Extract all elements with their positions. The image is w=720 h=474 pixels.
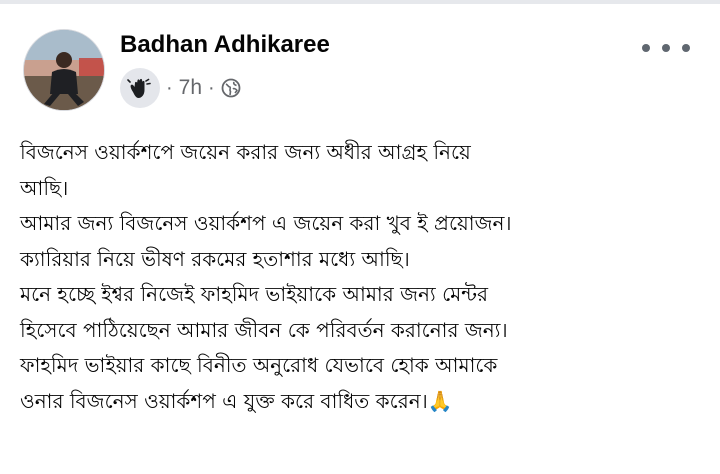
separator-dot: ·	[208, 76, 215, 99]
post-text-line: বিজনেস ওয়ার্কশপে জয়েন করার জন্য অধীর আ…	[20, 140, 471, 164]
post-text-line: আছি।	[20, 175, 69, 200]
post-body: বিজনেস ওয়ার্কশপে জয়েন করার জন্য অধীর আ…	[20, 135, 710, 419]
post-text-line: হিসেবে পাঠিয়েছেন আমার জীবন কে পরিবর্তন …	[20, 317, 508, 342]
post-text-line: মনে হচ্ছে ইশ্বর নিজেই ফাহমিদ ভাইয়াকে আম…	[20, 282, 489, 306]
separator-dot: ·	[166, 76, 173, 99]
post-text-line: ফাহমিদ ভাইয়ার কাছে বিনীত অনুরোধ যেভাবে …	[20, 353, 498, 377]
author-name[interactable]: Badhan Adhikaree	[120, 31, 330, 59]
post-text: ওনার বিজনেস ওয়ার্কশপ এ যুক্ত করে বাধিত …	[20, 388, 428, 413]
post-timestamp[interactable]: 7h	[179, 76, 202, 100]
globe-icon[interactable]	[221, 78, 241, 98]
post-text-line: ক্যারিয়ার নিয়ে ভীষণ রকমের হতাশার মধ্যে…	[20, 246, 410, 271]
post-text-line-last: ওনার বিজনেস ওয়ার্কশপ এ যুক্ত করে বাধিত …	[20, 384, 710, 420]
facebook-post: Badhan Adhikaree · 7h · বিজনেস ওয়ার্কশপ…	[0, 0, 720, 474]
folded-hands-emoji: 🙏	[427, 388, 453, 413]
avatar[interactable]	[23, 29, 105, 111]
post-meta: · 7h ·	[120, 68, 241, 108]
hand-wave-icon[interactable]	[120, 68, 160, 108]
post-text-line: আমার জন্য বিজনেস ওয়ার্কশপ এ জয়েন করা খ…	[20, 211, 512, 235]
avatar-photo-icon	[24, 30, 104, 110]
more-horizontal-icon[interactable]	[642, 34, 690, 62]
